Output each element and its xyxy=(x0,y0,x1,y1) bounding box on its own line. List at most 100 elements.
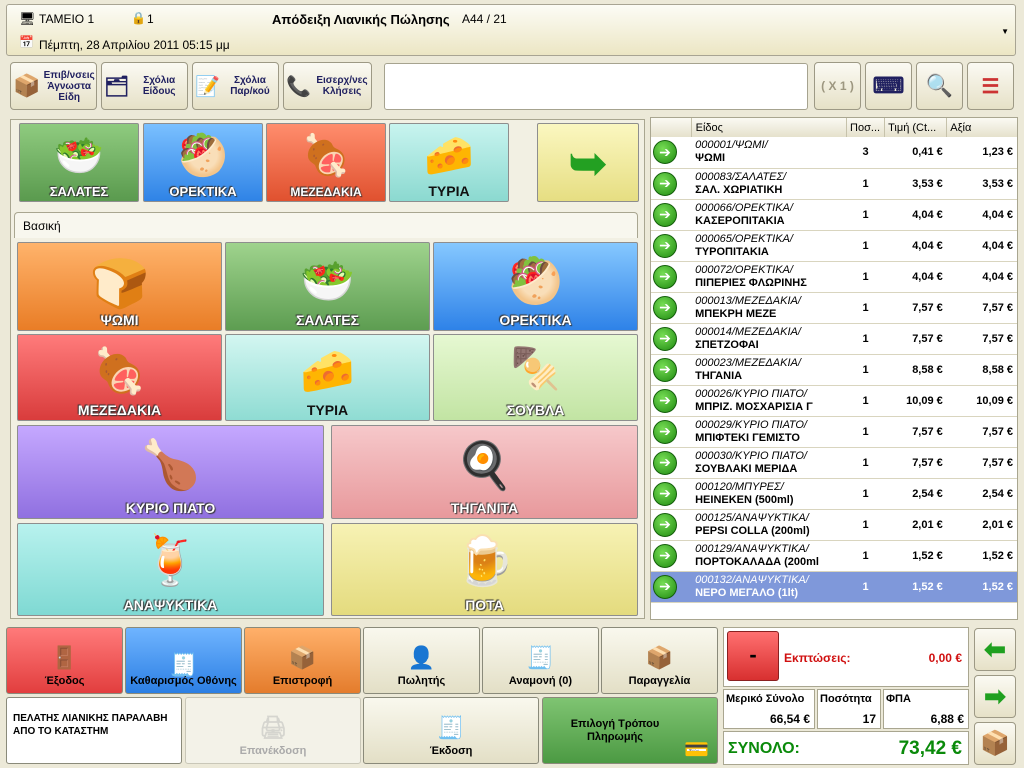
category-salads[interactable]: 🥗 ΣΑΛΑΤΕΣ xyxy=(225,242,430,331)
category-fried[interactable]: 🍳 ΤΗΓΑΝΙΤΑ xyxy=(331,425,638,519)
discount-minus-button[interactable]: - xyxy=(727,631,779,681)
table-row[interactable]: ➔ 000066/ΟΡΕΚΤΙΚΑ/ΚΑΣΕΡΟΠΙΤΑΚΙΑ 1 4,04 €4,0… xyxy=(651,199,1017,231)
incoming-calls-button[interactable]: 📞 Εισερχ/νες Κλήσεις xyxy=(283,62,372,110)
select-item-arrow-icon[interactable]: ➔ xyxy=(653,574,677,599)
wait-button[interactable]: 🧾 Αναμονή (0) xyxy=(482,627,599,694)
category-top-salads[interactable]: 🥗 ΣΑΛΑΤΕΣ xyxy=(19,123,139,202)
select-item-arrow-icon[interactable]: ➔ xyxy=(653,357,677,382)
item-qty: 1 xyxy=(846,447,885,479)
select-item-arrow-icon[interactable]: ➔ xyxy=(653,264,677,289)
item-price: 3,53 € xyxy=(884,168,947,200)
category-soft-drinks[interactable]: 🍹 ΑΝΑΨΥΚΤΙΚΑ xyxy=(17,523,324,616)
category-bread[interactable]: 🍞 ΨΩΜΙ xyxy=(17,242,222,331)
customer-field[interactable]: ΠΕΛΑΤΗΣ ΛΙΑΝΙΚΗΣ ΠΑΡΑΛΑΒΗ ΑΠΟ ΤΟ ΚΑΤΑΣΤΗ… xyxy=(6,697,182,764)
table-row[interactable]: ➔ 000001/ΨΩΜΙ/ΨΩΜΙ 3 0,41 €1,23 € xyxy=(651,137,1017,169)
column-header-value[interactable]: Αξία xyxy=(947,118,1017,137)
item-code: 000065/ΟΡΕΚΤΙΚΑ/ xyxy=(695,232,793,245)
select-item-arrow-icon[interactable]: ➔ xyxy=(653,233,677,258)
column-header-qty[interactable]: Ποσ... xyxy=(846,118,886,137)
quantity-box: Ποσότητα 17 xyxy=(817,689,881,729)
credit-card-icon: 💳 xyxy=(684,739,709,761)
select-item-arrow-icon[interactable]: ➔ xyxy=(653,295,677,320)
table-row[interactable]: ➔ 000030/ΚΥΡΙΟ ΠΙΑΤΟ/ΣΟΥΒΛΑΚΙ ΜΕΡΙΔΑ 1 7,57… xyxy=(651,447,1017,479)
item-price: 4,04 € xyxy=(884,230,947,262)
category-souvla[interactable]: 🍢 ΣΟΥΒΛΑ xyxy=(433,334,638,421)
table-row[interactable]: ➔ 000083/ΣΑΛΑΤΕΣ/ΣΑΛ. ΧΩΡΙΑΤΙΚΗ 1 3,53 €3,5… xyxy=(651,168,1017,200)
column-header-item[interactable]: Είδος xyxy=(691,118,848,137)
unknown-items-button[interactable]: 📦 Επιβ/νσεις Άγνωστα Είδη xyxy=(10,62,97,110)
table-row[interactable]: ➔ 000026/ΚΥΡΙΟ ΠΙΑΤΟ/ΜΠΡΙΖ. ΜΟΣΧΑΡΙΣΙΑ Γ 1… xyxy=(651,385,1017,417)
barcode-search-icon[interactable]: 🔍 xyxy=(916,62,963,110)
arrow-right-icon[interactable]: ➡ xyxy=(974,675,1016,718)
category-meze[interactable]: 🍖 ΜΕΖΕΔΑΚΙΑ xyxy=(17,334,222,421)
table-row[interactable]: ➔ 000072/ΟΡΕΚΤΙΚΑ/ΠΙΠΕΡΙΕΣ ΦΛΩΡΙΝΗΣ 1 4,04 … xyxy=(651,261,1017,293)
select-item-arrow-icon[interactable]: ➔ xyxy=(653,512,677,537)
issue-button[interactable]: 🧾 Έκδοση xyxy=(363,697,539,764)
select-item-arrow-icon[interactable]: ➔ xyxy=(653,481,677,506)
column-header-price[interactable]: Τιμή (Ct... xyxy=(884,118,948,137)
category-cheese[interactable]: 🧀 ΤΥΡΙΑ xyxy=(225,334,430,421)
return-button[interactable]: 📦 Επιστροφή xyxy=(244,627,361,694)
table-row[interactable]: ➔ 000013/ΜΕΖΕΔΑΚΙΑ/ΜΠΕΚΡΗ ΜΕΖΕ 1 7,57 €7,57… xyxy=(651,292,1017,324)
cancel-package-icon[interactable]: 📦 xyxy=(974,722,1016,765)
item-value: 4,04 € xyxy=(946,230,1017,262)
roast-chicken-icon: 🍗 xyxy=(140,439,201,492)
select-item-arrow-icon[interactable]: ➔ xyxy=(653,450,677,475)
user-count: 1 xyxy=(147,12,154,26)
select-item-arrow-icon[interactable]: ➔ xyxy=(653,419,677,444)
vat-value: 6,88 € xyxy=(930,712,964,726)
item-price: 4,04 € xyxy=(884,199,947,231)
category-top-appetizers[interactable]: 🥙 ΟΡΕΚΤΙΚΑ xyxy=(143,123,263,202)
item-qty: 1 xyxy=(846,261,885,293)
select-item-arrow-icon[interactable]: ➔ xyxy=(653,171,677,196)
table-row[interactable]: ➔ 000065/ΟΡΕΚΤΙΚΑ/ΤΥΡΟΠΙΤΑΚΙΑ 1 4,04 €4,04 … xyxy=(651,230,1017,262)
category-appetizers[interactable]: 🥙 ΟΡΕΚΤΙΚΑ xyxy=(433,242,638,331)
multiplier-button[interactable]: ( X 1 ) xyxy=(814,62,861,110)
item-value: 2,01 € xyxy=(946,509,1017,541)
item-qty: 1 xyxy=(846,168,885,200)
table-row[interactable]: ➔ 000132/ΑΝΑΨΥΚΤΙΚΑ/ΝΕΡΟ ΜΕΓΑΛΟ (1lt) 1 1,5… xyxy=(651,571,1017,603)
item-code: 000120/ΜΠΥΡΕΣ/ xyxy=(695,480,784,493)
category-drinks[interactable]: 🍺 ΠΟΤΑ xyxy=(331,523,638,616)
orders-button[interactable]: 📦 Παραγγελία xyxy=(601,627,718,694)
table-row[interactable]: ➔ 000023/ΜΕΖΕΔΑΚΙΑ/ΤΗΓΑΝΙΑ 1 8,58 €8,58 € xyxy=(651,354,1017,386)
item-name: ΤΗΓΑΝΙΑ xyxy=(695,369,743,382)
user-lock-icon: 🔒 xyxy=(131,11,146,25)
category-top-meze[interactable]: 🍖 ΜΕΖΕΔΑΚΙΑ xyxy=(266,123,386,202)
order-table: Είδος Ποσ... Τιμή (Ct... Αξία ➔ 000001/ΨΩ… xyxy=(651,118,1017,603)
table-row[interactable]: ➔ 000014/ΜΕΖΕΔΑΚΙΑ/ΣΠΕΤΖΟΦΑΙ 1 7,57 €7,57 € xyxy=(651,323,1017,355)
item-qty: 1 xyxy=(846,354,885,386)
next-categories-button[interactable]: ➥ xyxy=(537,123,639,202)
arrow-left-icon[interactable]: ⬅ xyxy=(974,628,1016,671)
document-notes-button[interactable]: 📝 Σχόλια Παρ/κού xyxy=(192,62,279,110)
payment-method-button[interactable]: Επιλογή Τρόπου Πληρωμής 💳 xyxy=(542,697,718,764)
select-item-arrow-icon[interactable]: ➔ xyxy=(653,543,677,568)
table-row[interactable]: ➔ 000125/ΑΝΑΨΥΚΤΙΚΑ/PEPSI COLLA (200ml) 1 2… xyxy=(651,509,1017,541)
clear-screen-button[interactable]: 🧾 Καθαρισμός Οθόνης xyxy=(125,627,242,694)
reissue-button[interactable]: 🖨 Επανέκδοση xyxy=(185,697,361,764)
search-input[interactable] xyxy=(384,63,808,110)
item-value: 4,04 € xyxy=(946,199,1017,231)
item-code: 000072/ΟΡΕΚΤΙΚΑ/ xyxy=(695,263,793,276)
ham-icon: 🍖 xyxy=(92,347,147,396)
tab-basic[interactable]: Βασική xyxy=(14,212,638,238)
table-row[interactable]: ➔ 000029/ΚΥΡΙΟ ΠΙΑΤΟ/ΜΠΙΦΤΕΚΙ ΓΕΜΙΣΤΟ 1 7,5… xyxy=(651,416,1017,448)
table-row[interactable]: ➔ 000120/ΜΠΥΡΕΣ/HEINEKEN (500ml) 1 2,54 €2,… xyxy=(651,478,1017,510)
total-label: ΣΥΝΟΛΟ: xyxy=(728,740,800,757)
delete-line-icon[interactable]: ☰ xyxy=(967,62,1014,110)
table-row[interactable]: ➔ 000129/ΑΝΑΨΥΚΤΙΚΑ/ΠΟΡΤΟΚΑΛΑΔΑ (200ml 1 1,… xyxy=(651,540,1017,572)
header-dropdown-icon[interactable]: ▼ xyxy=(1001,27,1009,36)
item-code: 000125/ΑΝΑΨΥΚΤΙΚΑ/ xyxy=(695,511,809,524)
vat-box: ΦΠΑ 6,88 € xyxy=(883,689,969,729)
select-item-arrow-icon[interactable]: ➔ xyxy=(653,388,677,413)
select-item-arrow-icon[interactable]: ➔ xyxy=(653,326,677,351)
seller-button[interactable]: 👤 Πωλητής xyxy=(363,627,480,694)
category-main-dish[interactable]: 🍗 ΚΥΡΙΟ ΠΙΑΤΟ xyxy=(17,425,324,519)
select-item-arrow-icon[interactable]: ➔ xyxy=(653,202,677,227)
item-value: 7,57 € xyxy=(946,323,1017,355)
category-top-cheese[interactable]: 🧀 ΤΥΡΙΑ xyxy=(389,123,509,202)
item-notes-button[interactable]: 🗂 Σχόλια Είδους xyxy=(101,62,188,110)
exit-button[interactable]: 🚪 Έξοδος xyxy=(6,627,123,694)
keyboard-icon[interactable]: ⌨ xyxy=(865,62,912,110)
select-item-arrow-icon[interactable]: ➔ xyxy=(653,140,677,165)
